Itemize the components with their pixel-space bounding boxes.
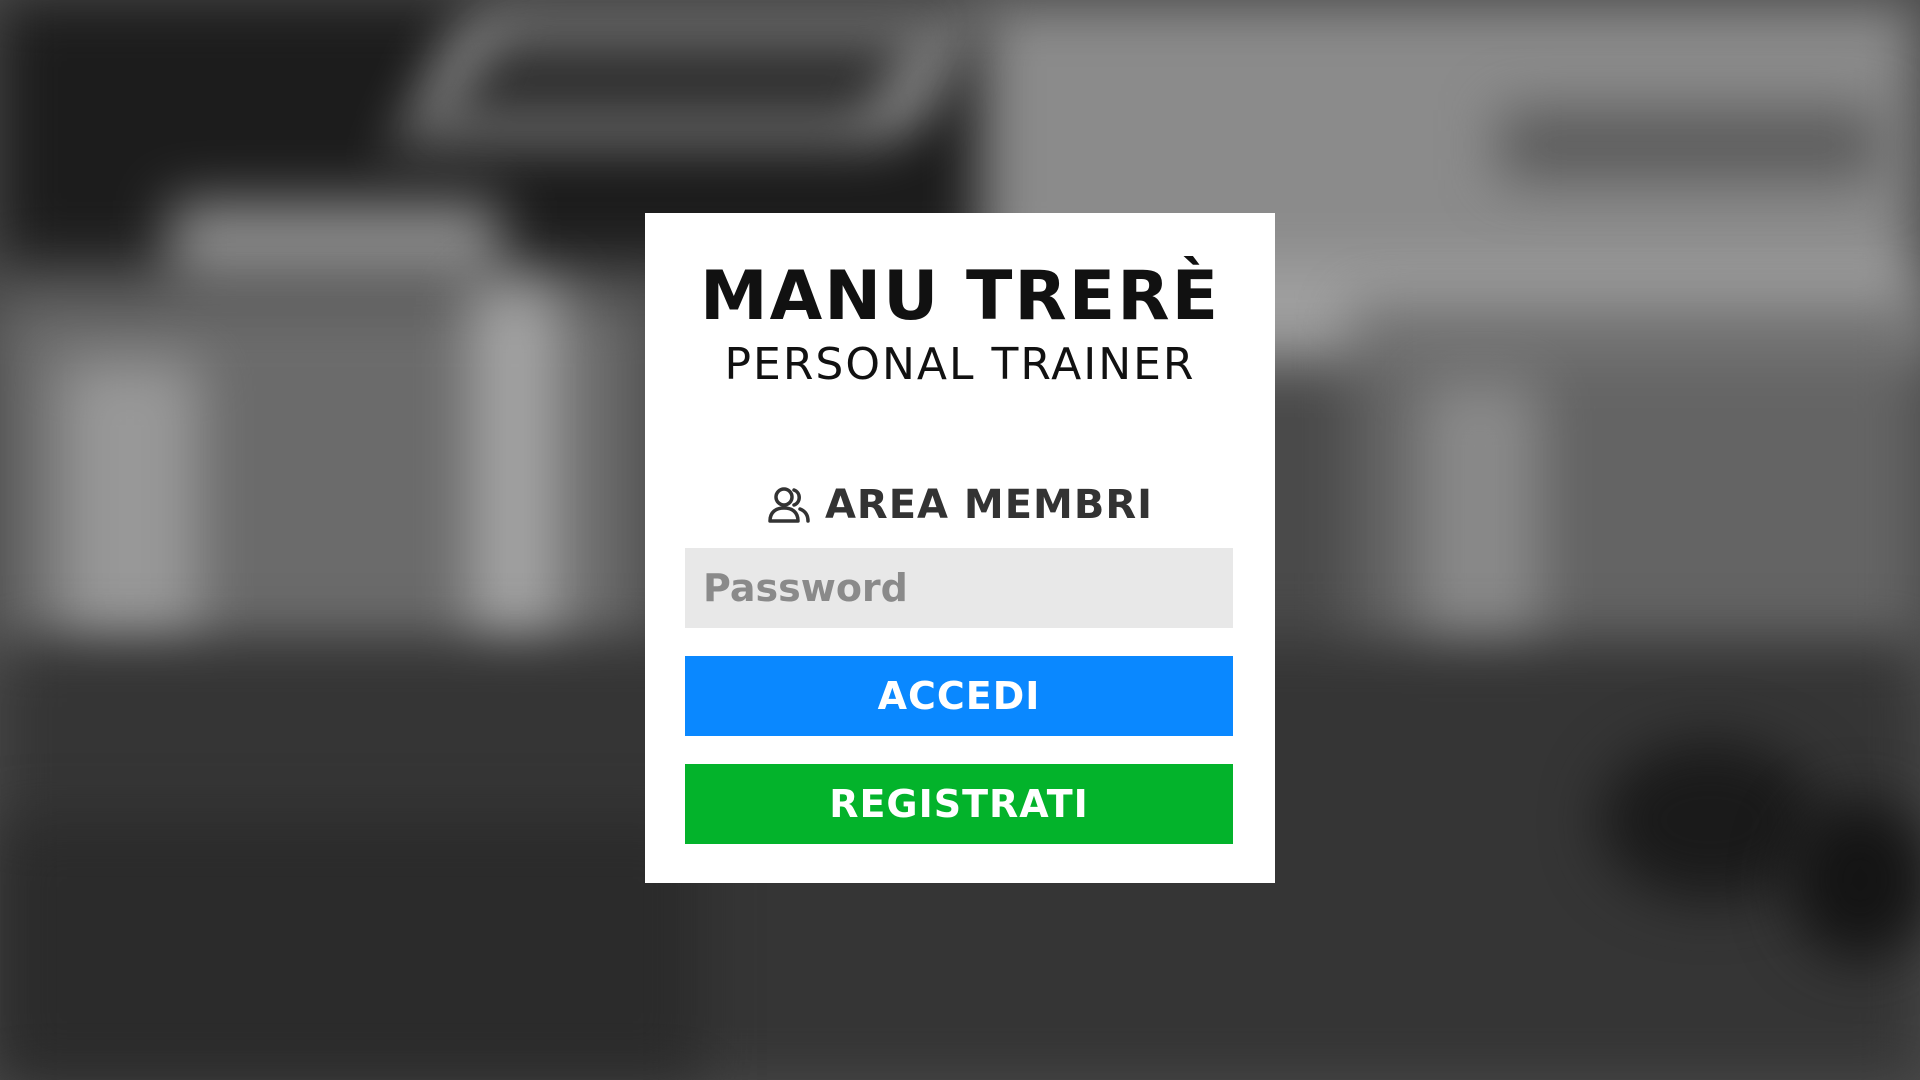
brand-subtitle: PERSONAL TRAINER (724, 339, 1196, 390)
user-icon (767, 485, 811, 525)
login-button[interactable]: ACCEDI (685, 656, 1233, 736)
login-card: MANU TRERÈ PERSONAL TRAINER AREA MEMBRI … (645, 213, 1275, 883)
register-button[interactable]: REGISTRATI (685, 764, 1233, 844)
password-input[interactable] (685, 548, 1233, 628)
brand-title: MANU TRERÈ (699, 257, 1221, 336)
member-area-heading: AREA MEMBRI (645, 477, 1275, 533)
member-area-label: AREA MEMBRI (824, 482, 1154, 528)
